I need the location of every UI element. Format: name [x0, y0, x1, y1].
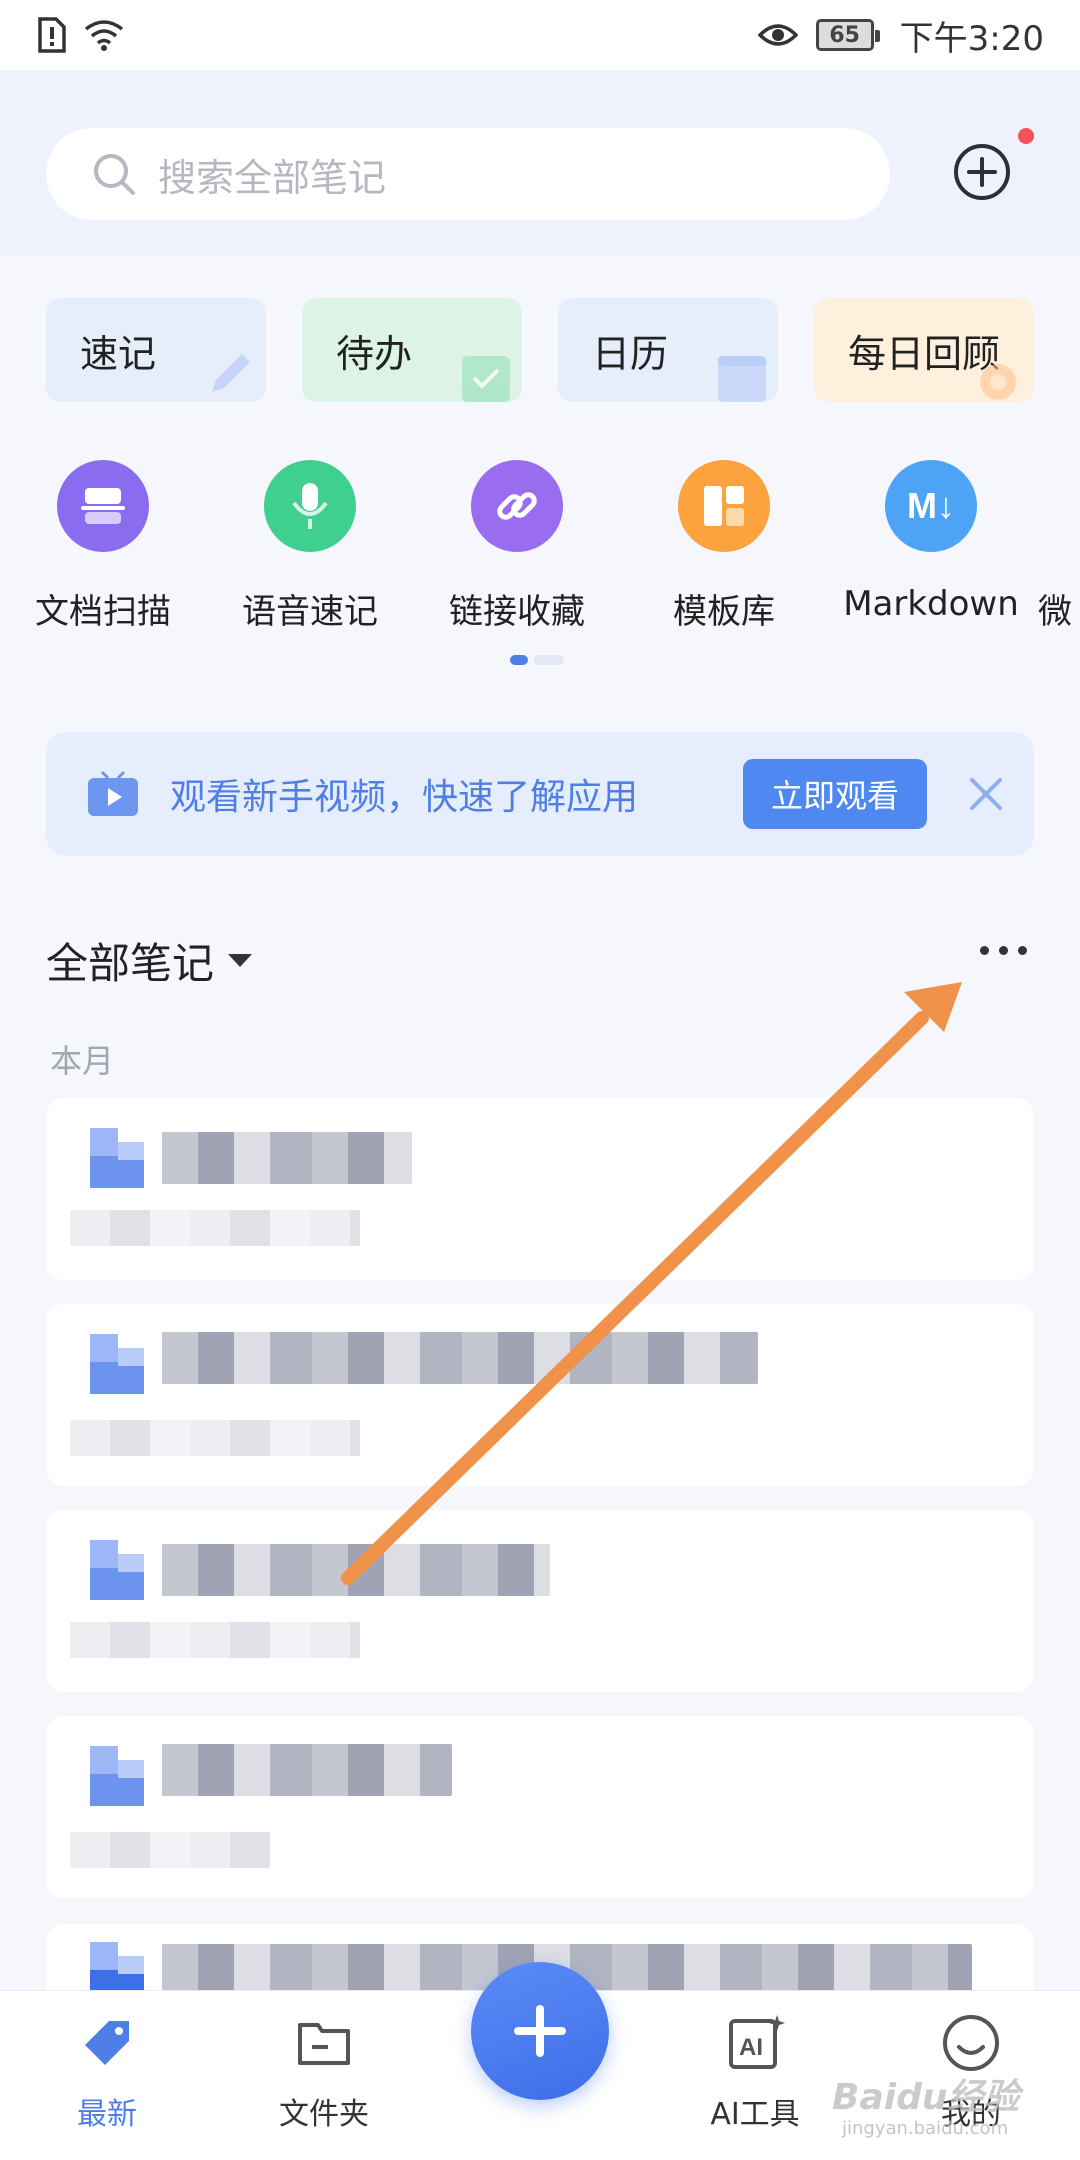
smile-icon	[943, 2015, 999, 2071]
tool-icon-bg	[1038, 460, 1080, 552]
header: 搜索全部笔记	[0, 70, 1080, 256]
quick-card-shorthand[interactable]: 速记	[46, 298, 266, 402]
search-placeholder: 搜索全部笔记	[158, 155, 387, 200]
tool-label: 语音速记	[242, 592, 378, 632]
more-dot	[980, 946, 989, 955]
quick-cards: 速记 待办 日历 每日回顾	[46, 298, 1080, 402]
doc-icon	[90, 1334, 144, 1394]
note-meta-blurred	[70, 1832, 270, 1868]
quick-card-calendar[interactable]: 日历	[558, 298, 778, 402]
quick-card-label: 速记	[80, 331, 157, 376]
video-icon	[88, 770, 138, 816]
doc-icon	[90, 1128, 144, 1188]
nav-latest[interactable]: 最新	[17, 2011, 197, 2133]
quick-card-label: 日历	[592, 331, 669, 376]
tutorial-banner: 观看新手视频，快速了解应用 立即观看	[46, 732, 1034, 856]
chevron-down-icon	[228, 954, 253, 967]
tool-icon-bg: M↓	[885, 460, 977, 552]
pencil-icon	[212, 354, 250, 392]
search-icon	[94, 154, 135, 195]
quick-card-todo[interactable]: 待办	[302, 298, 522, 402]
tool-link-collect[interactable]: 链接收藏	[417, 460, 617, 633]
folder-icon	[298, 2023, 350, 2065]
link-icon	[497, 492, 537, 520]
note-meta-blurred	[70, 1420, 360, 1456]
nav-label: 最新	[77, 2097, 137, 2132]
watch-now-button[interactable]: 立即观看	[743, 759, 927, 829]
eye-icon	[757, 24, 798, 46]
tool-template-library[interactable]: 模板库	[624, 460, 824, 633]
tool-icon-bg	[471, 460, 563, 552]
more-dot	[999, 946, 1008, 955]
pager-dot-active	[510, 655, 528, 665]
tool-markdown[interactable]: M↓ Markdown	[831, 460, 1031, 624]
doc-icon	[90, 1540, 144, 1600]
note-card[interactable]	[46, 1510, 1034, 1692]
section-title: 全部笔记	[46, 939, 215, 988]
more-dot	[1018, 946, 1027, 955]
tool-doc-scan[interactable]: 文档扫描	[3, 460, 203, 633]
note-title-blurred	[162, 1744, 452, 1796]
all-notes-dropdown[interactable]: 全部笔记	[46, 930, 253, 991]
more-options-button[interactable]	[980, 946, 1027, 955]
ai-tools-icon: AI	[729, 2015, 785, 2069]
status-bar: 65 下午3:20	[0, 0, 1080, 70]
add-button[interactable]	[954, 144, 1010, 200]
watermark-url: jingyan.baidu.com	[842, 2118, 1009, 2139]
battery-icon: 65	[815, 19, 880, 51]
note-title-blurred	[162, 1332, 758, 1384]
calendar-check-icon	[462, 356, 510, 402]
note-title-blurred	[162, 1544, 550, 1596]
tool-icon-bg	[57, 460, 149, 552]
sim-alert-icon	[38, 17, 66, 53]
new-note-button[interactable]	[471, 1962, 609, 2100]
tag-icon	[85, 2021, 129, 2065]
note-meta-blurred	[70, 1622, 360, 1658]
note-card[interactable]	[46, 1716, 1034, 1898]
scan-icon	[81, 488, 125, 524]
doc-icon	[90, 1746, 144, 1806]
nav-label: 文件夹	[279, 2097, 369, 2132]
nav-label: AI工具	[710, 2097, 800, 2132]
plus-icon	[514, 2005, 566, 2057]
flower-icon	[980, 364, 1016, 400]
watermark: Baidu经验	[832, 2077, 1020, 2118]
note-card[interactable]	[46, 1098, 1034, 1280]
status-time: 下午3:20	[899, 18, 1044, 59]
tool-label: 微	[1038, 592, 1072, 632]
svg-text:AI: AI	[739, 2034, 763, 2061]
tools-row: 文档扫描 语音速记 链接收藏 模板库 M↓ Markdown 微	[0, 460, 1080, 633]
quick-card-label: 待办	[336, 331, 413, 376]
plus-icon	[967, 157, 997, 187]
status-left	[36, 17, 124, 53]
note-title-blurred	[162, 1132, 412, 1184]
tool-label: 链接收藏	[449, 592, 585, 632]
markdown-icon: M↓	[907, 485, 955, 526]
search-input[interactable]: 搜索全部笔记	[46, 128, 890, 220]
nav-ai-tools[interactable]: AI AI工具	[665, 2011, 845, 2133]
banner-text: 观看新手视频，快速了解应用	[170, 777, 639, 818]
microphone-icon	[292, 483, 328, 529]
pager-dot	[534, 655, 564, 665]
tool-label: 文档扫描	[35, 592, 171, 632]
tools-pager	[510, 655, 564, 665]
status-right: 65 下午3:20	[757, 11, 1044, 60]
notification-dot	[1018, 128, 1034, 144]
tool-icon-bg	[264, 460, 356, 552]
note-meta-blurred	[70, 1210, 360, 1246]
template-icon	[704, 486, 744, 526]
nav-folders[interactable]: 文件夹	[234, 2011, 414, 2133]
calendar-13-icon	[718, 356, 766, 402]
tool-voice-note[interactable]: 语音速记	[210, 460, 410, 633]
close-icon[interactable]	[964, 772, 1008, 816]
tool-icon-bg	[678, 460, 770, 552]
tool-label: 模板库	[673, 592, 775, 632]
month-label: 本月	[50, 1042, 115, 1080]
quick-card-daily-review[interactable]: 每日回顾	[814, 298, 1034, 402]
tool-partial[interactable]: 微	[1038, 460, 1080, 633]
tool-label: Markdown	[843, 584, 1019, 624]
wifi-icon	[84, 20, 124, 51]
note-card[interactable]	[46, 1304, 1034, 1486]
